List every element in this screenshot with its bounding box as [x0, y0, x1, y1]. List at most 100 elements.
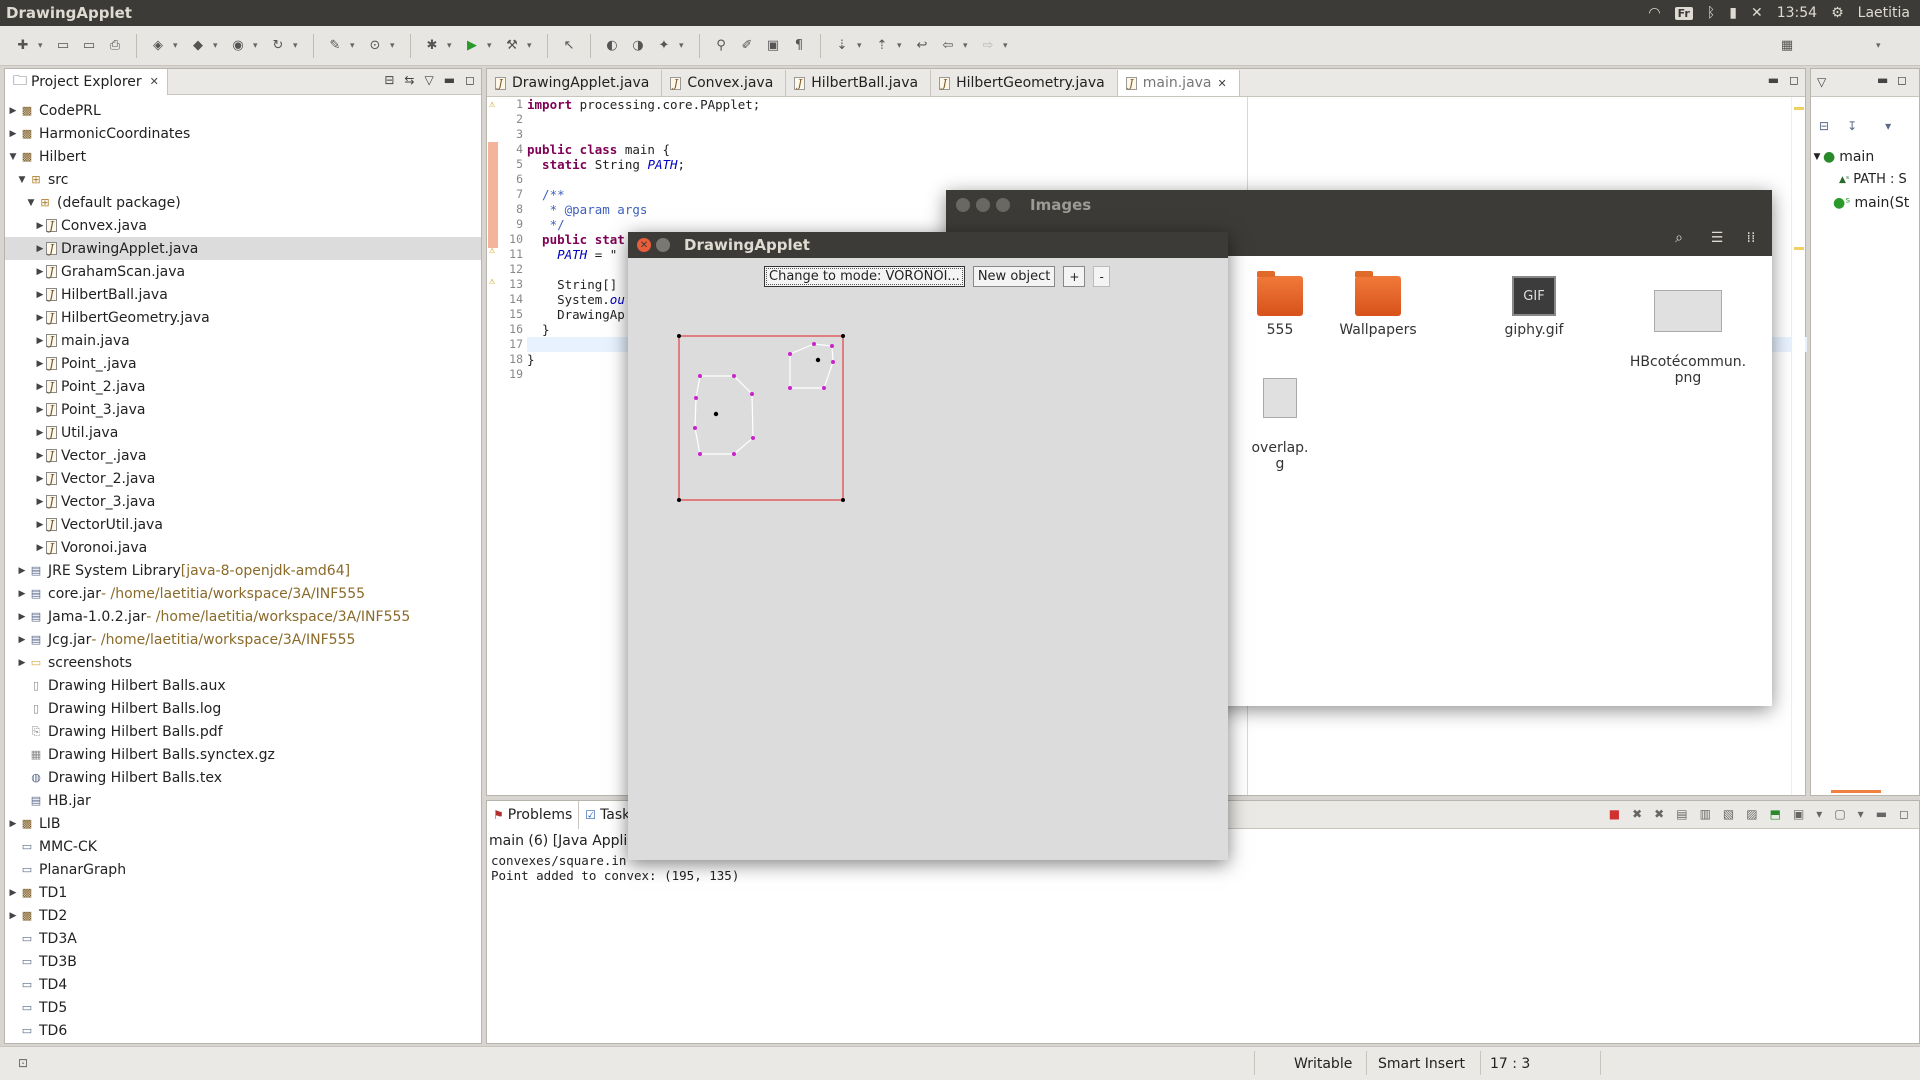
word-wrap-icon[interactable]: ▧ — [1723, 807, 1734, 821]
corner-point[interactable] — [677, 498, 681, 502]
collapsed-twisty-icon[interactable]: ▶ — [34, 520, 46, 530]
vertex[interactable] — [732, 452, 736, 456]
corner-point[interactable] — [841, 334, 845, 338]
dropdown-icon[interactable]: ▾ — [487, 41, 497, 51]
collapsed-twisty-icon[interactable]: ▶ — [34, 451, 46, 461]
select-pointer-icon[interactable]: ↖ — [558, 35, 580, 57]
corner-point[interactable] — [677, 334, 681, 338]
tree-item[interactable]: ▭ TD3A — [5, 927, 481, 950]
dropdown-icon[interactable]: ▾ — [390, 41, 400, 51]
minimize-icon[interactable] — [976, 198, 990, 212]
expanded-twisty-icon[interactable]: ▼ — [7, 152, 19, 162]
collapsed-twisty-icon[interactable]: ▶ — [7, 819, 19, 829]
new-icon[interactable]: ✚ — [12, 35, 34, 57]
tree-item[interactable]: ▼ ⊞ (default package) — [5, 191, 481, 214]
new-dropdown-icon[interactable]: ▾ — [38, 41, 48, 51]
tree-item[interactable]: ▶ ▤ JRE System Library [java-8-openjdk-amd… — [5, 559, 481, 582]
vertex[interactable] — [831, 360, 835, 364]
tree-item[interactable]: ▶ J Point_3.java — [5, 398, 481, 421]
sort-icon[interactable]: ↧ — [1847, 119, 1857, 133]
minimize-icon[interactable]: ▬ — [1877, 73, 1888, 87]
display-console-icon[interactable]: ▣ — [1793, 807, 1804, 821]
collapsed-twisty-icon[interactable]: ▶ — [34, 267, 46, 277]
tree-item[interactable]: ▶ ▤ Jcg.jar - /home/laetitia/workspace/3A/… — [5, 628, 481, 651]
pin-console-icon[interactable]: ⬒ — [1770, 807, 1781, 821]
clear-console-icon[interactable]: ▤ — [1676, 807, 1687, 821]
dropdown-icon[interactable]: ▾ — [1858, 807, 1864, 821]
collapsed-twisty-icon[interactable]: ▶ — [34, 336, 46, 346]
previous-annotation-icon[interactable]: ⇡ — [871, 35, 893, 57]
collapsed-twisty-icon[interactable]: ▶ — [16, 635, 28, 645]
scroll-lock-icon[interactable]: ▥ — [1700, 807, 1711, 821]
minimize-icon[interactable]: ▬ — [444, 73, 455, 87]
tree-item[interactable]: ▶ J Convex.java — [5, 214, 481, 237]
maximize-icon[interactable]: ◻ — [1899, 807, 1909, 821]
search-icon[interactable]: ✦ — [653, 35, 675, 57]
collapsed-twisty-icon[interactable]: ▶ — [34, 497, 46, 507]
vertex[interactable] — [830, 344, 834, 348]
file-item-giphy[interactable]: GIF giphy.gif — [1474, 276, 1594, 338]
open-task-icon[interactable]: ◑ — [627, 35, 649, 57]
drawing-canvas[interactable] — [628, 258, 1228, 860]
volume-icon[interactable]: ✕ — [1751, 5, 1763, 21]
tree-item[interactable]: ▭ TD3B — [5, 950, 481, 973]
tree-item[interactable]: ▶ J HilbertGeometry.java — [5, 306, 481, 329]
convex-polygon[interactable] — [789, 343, 834, 389]
file-item-hbcotecommun[interactable]: HBcotécommun. png — [1628, 274, 1748, 402]
tree-item[interactable]: ▭ TD4 — [5, 973, 481, 996]
tree-item[interactable]: ▶ ▩ CodePRL — [5, 99, 481, 122]
tree-item[interactable]: ▶ ▩ HarmonicCoordinates — [5, 122, 481, 145]
keyboard-layout-indicator[interactable]: Fr — [1674, 6, 1693, 20]
tree-item[interactable]: ▶ ▩ TD1 — [5, 881, 481, 904]
editor-tab[interactable]: J DrawingApplet.java — [487, 70, 663, 96]
collapsed-twisty-icon[interactable]: ▶ — [16, 589, 28, 599]
vertex[interactable] — [732, 374, 736, 378]
dropdown-icon[interactable]: ▾ — [679, 41, 689, 51]
tree-item[interactable]: ▶ J DrawingApplet.java — [5, 237, 481, 260]
dropdown-icon[interactable]: ▾ — [213, 41, 223, 51]
plus-button[interactable]: + — [1063, 266, 1086, 287]
dropdown-icon[interactable]: ▾ — [447, 41, 457, 51]
collapsed-twisty-icon[interactable]: ▶ — [7, 106, 19, 116]
tree-item[interactable]: ▭ MMC-CK — [5, 835, 481, 858]
open-perspective-icon[interactable]: ▦ — [1776, 35, 1798, 57]
search-icon[interactable]: ⌕ — [1664, 226, 1694, 250]
maximize-icon[interactable]: ◻ — [1897, 73, 1907, 87]
vertex[interactable] — [788, 386, 792, 390]
back-icon[interactable]: ⇦ — [937, 35, 959, 57]
grid-view-icon[interactable]: ⁞⁞ — [1736, 226, 1766, 250]
view-menu-icon[interactable]: ▾ — [1885, 119, 1891, 133]
editor-tab[interactable]: J HilbertBall.java — [786, 70, 932, 96]
dropdown-icon[interactable]: ▾ — [1003, 41, 1013, 51]
battery-icon[interactable]: ▮ — [1729, 5, 1737, 21]
warning-marker[interactable] — [1794, 247, 1804, 250]
editor-tab[interactable]: J HilbertGeometry.java — [931, 70, 1118, 96]
tree-item[interactable]: ▶ ▩ LIB — [5, 812, 481, 835]
debug-icon[interactable]: ✱ — [421, 35, 443, 57]
collapse-all-icon[interactable]: ⊟ — [1819, 119, 1829, 133]
tree-item[interactable]: ▭ TD5 — [5, 996, 481, 1019]
minimize-icon[interactable]: ▬ — [1768, 73, 1779, 87]
mark-occurrences-icon[interactable]: ✐ — [736, 35, 758, 57]
tab-problems[interactable]: ⚑ Problems — [487, 800, 580, 829]
new-object-button[interactable]: New object — [972, 266, 1056, 287]
collapsed-twisty-icon[interactable]: ▶ — [34, 405, 46, 415]
forward-icon[interactable]: ⇨ — [977, 35, 999, 57]
vertex[interactable] — [812, 342, 816, 346]
collapsed-twisty-icon[interactable]: ▶ — [7, 911, 19, 921]
file-item-wallpapers[interactable]: Wallpapers — [1318, 271, 1438, 338]
collapsed-twisty-icon[interactable]: ▶ — [34, 313, 46, 323]
tree-item[interactable]: ▶ J Point_.java — [5, 352, 481, 375]
dropdown-icon[interactable]: ▾ — [293, 41, 303, 51]
close-icon[interactable]: ✕ — [150, 75, 159, 88]
view-menu-icon[interactable]: ▽ — [1817, 75, 1826, 89]
dropdown-icon[interactable]: ▾ — [1816, 807, 1822, 821]
vertex[interactable] — [822, 386, 826, 390]
close-icon[interactable] — [956, 198, 970, 212]
vertex[interactable] — [698, 452, 702, 456]
outline-item-main-method[interactable]: ●ˢ main(St — [1811, 191, 1919, 214]
corner-point[interactable] — [841, 498, 845, 502]
tree-item[interactable]: ▶ J Util.java — [5, 421, 481, 444]
collapsed-twisty-icon[interactable]: ▶ — [34, 428, 46, 438]
external-tools-icon[interactable]: ⚒ — [501, 35, 523, 57]
